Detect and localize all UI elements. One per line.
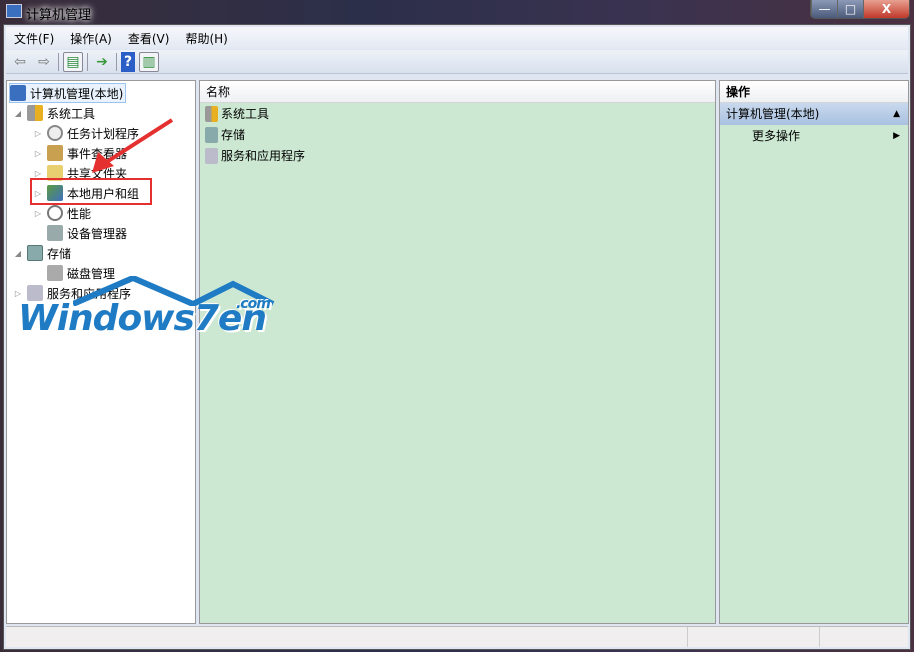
- watermark-logo: Windows7en.com: [18, 276, 300, 339]
